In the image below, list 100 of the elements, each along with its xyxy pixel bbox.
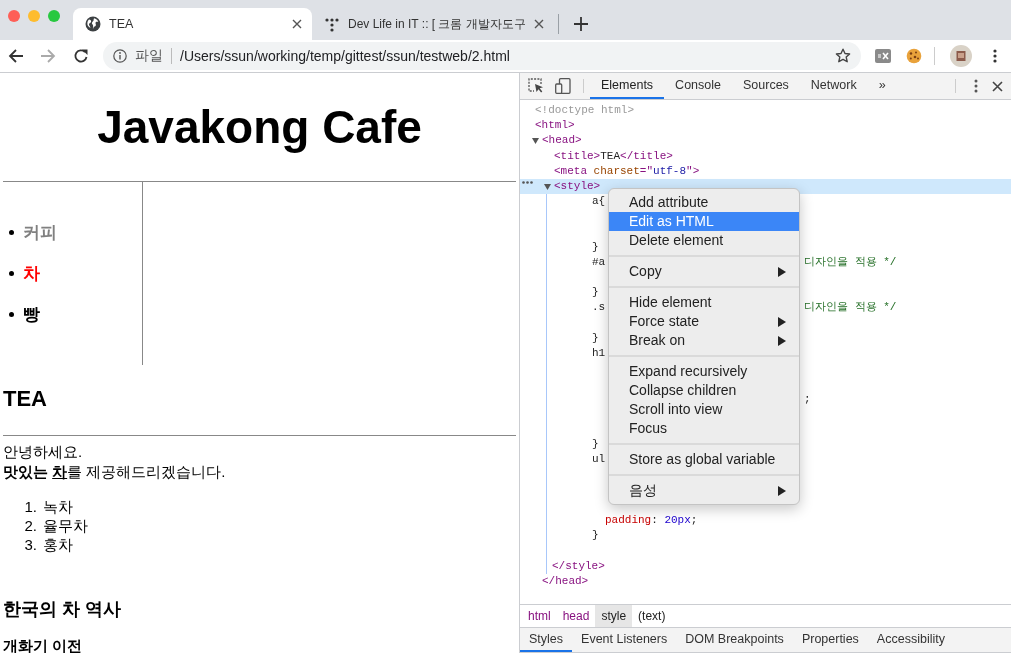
menu-item[interactable]: Hide element bbox=[609, 293, 799, 312]
submenu-arrow-icon[interactable] bbox=[778, 266, 786, 277]
code-line: padding: 20px; bbox=[605, 514, 698, 527]
code-line: ; bbox=[804, 391, 811, 407]
code-line: ul bbox=[592, 453, 606, 466]
menu-item[interactable]: Expand recursively bbox=[609, 362, 799, 381]
nav-link[interactable]: 차 bbox=[23, 260, 40, 287]
code-line: <html> bbox=[535, 118, 575, 134]
back-icon[interactable] bbox=[8, 48, 24, 64]
info-icon[interactable] bbox=[113, 49, 127, 63]
more-tabs-button[interactable]: » bbox=[867, 73, 897, 99]
menu-item[interactable]: Edit as HTML bbox=[609, 212, 799, 231]
submenu-arrow-icon[interactable] bbox=[778, 316, 786, 327]
panel-tab[interactable]: Properties bbox=[792, 628, 868, 652]
profile-avatar-icon[interactable] bbox=[950, 45, 972, 67]
address-bar[interactable]: 파일 /Users/ssun/working/temp/gittest/ssun/testweb/2.html bbox=[103, 42, 861, 70]
page-title: Javakong Cafe bbox=[96, 100, 423, 155]
menu-item[interactable]: Break on bbox=[609, 331, 799, 350]
dom-node-row[interactable]: <head> bbox=[532, 133, 1011, 149]
panel-tab[interactable]: Styles bbox=[520, 628, 573, 652]
reload-icon[interactable] bbox=[73, 48, 89, 64]
intro-paragraph: 맛있는 차를 제공해드리겠습니다. bbox=[3, 462, 227, 482]
bullet-icon bbox=[9, 312, 14, 317]
dom-node-row[interactable]: <meta charset="utf-8"> bbox=[544, 163, 1011, 179]
close-icon[interactable] bbox=[292, 19, 302, 29]
code-line: </head> bbox=[542, 573, 589, 589]
code-line: } bbox=[592, 286, 599, 299]
section-heading: TEA bbox=[3, 386, 48, 412]
submenu-arrow-icon[interactable] bbox=[778, 335, 786, 346]
menu-item[interactable]: Add attribute bbox=[609, 193, 799, 212]
globe-icon bbox=[85, 16, 101, 32]
menu-item[interactable]: Copy bbox=[609, 262, 799, 281]
browser-tab[interactable]: Dev Life in IT :: [ 크롬 개발자도구 bbox=[312, 8, 554, 40]
greeting-text: 안녕하세요. bbox=[3, 442, 84, 462]
code-line: 디자인을 적용 */ bbox=[804, 254, 897, 270]
devtools-tab[interactable]: Sources bbox=[732, 73, 800, 99]
list-item-text: 홍차 bbox=[43, 535, 73, 554]
new-tab-icon[interactable] bbox=[573, 17, 588, 31]
menu-item[interactable]: Collapse children bbox=[609, 381, 799, 400]
more-icon[interactable] bbox=[522, 180, 533, 184]
nav-link[interactable]: 커피 bbox=[23, 219, 57, 246]
devtools-tab[interactable]: Network bbox=[799, 73, 868, 99]
dom-node-row[interactable]: <title>TEA</title> bbox=[544, 148, 1011, 164]
devtools-tab[interactable]: Console bbox=[664, 73, 732, 99]
code-line: } bbox=[592, 331, 599, 344]
breadcrumb[interactable]: (text) bbox=[632, 605, 672, 627]
menu-item[interactable]: Focus bbox=[609, 419, 799, 438]
code-line: .s bbox=[592, 301, 606, 314]
menu-item[interactable]: 음성 bbox=[609, 481, 799, 500]
code-line: <meta charset="utf-8"> bbox=[554, 163, 700, 179]
panel-tab[interactable]: Accessibility bbox=[867, 628, 954, 652]
menu-item[interactable]: Delete element bbox=[609, 231, 799, 250]
menu-item[interactable]: Force state bbox=[609, 312, 799, 331]
code-line: 디자인을 적용 */ bbox=[804, 300, 897, 316]
subheading: 개화기 이전 bbox=[3, 636, 84, 653]
panel-tab[interactable]: DOM Breakpoints bbox=[676, 628, 793, 652]
bullet-icon bbox=[9, 230, 14, 235]
bullet-icon bbox=[9, 271, 14, 276]
close-icon[interactable] bbox=[992, 80, 1003, 92]
breadcrumb[interactable]: head bbox=[556, 605, 596, 627]
expanded-arrow-icon[interactable] bbox=[532, 137, 539, 144]
inspect-icon[interactable] bbox=[528, 78, 544, 94]
list-number: 3. bbox=[23, 535, 37, 554]
dots-icon bbox=[324, 16, 340, 32]
list-item-text: 녹차 bbox=[43, 497, 73, 516]
section-heading: 한국의 차 역사 bbox=[3, 598, 122, 620]
close-icon[interactable] bbox=[533, 19, 544, 29]
nav-link[interactable]: 빵 bbox=[23, 301, 40, 328]
devtools-tab[interactable]: Elements bbox=[590, 73, 665, 99]
bookmark-star-icon[interactable] bbox=[835, 48, 851, 64]
browser-tab[interactable]: TEA bbox=[73, 8, 312, 40]
code-line: } bbox=[592, 240, 599, 253]
code-line: } bbox=[592, 529, 599, 542]
code-line: a{ bbox=[592, 195, 606, 208]
list-number: 1. bbox=[23, 497, 37, 516]
menu-icon[interactable] bbox=[993, 49, 997, 63]
menu-item[interactable]: Scroll into view bbox=[609, 400, 799, 419]
code-line: #a bbox=[592, 255, 606, 268]
menu-item[interactable]: Store as global variable bbox=[609, 450, 799, 469]
tea-link[interactable]: 차 bbox=[52, 463, 68, 480]
dom-node-row[interactable]: <html> bbox=[520, 118, 1011, 134]
extension-icon[interactable] bbox=[875, 49, 891, 63]
cookie-icon[interactable] bbox=[906, 48, 922, 64]
expanded-arrow-icon[interactable] bbox=[544, 183, 551, 190]
panel-tab[interactable]: Event Listeners bbox=[572, 628, 677, 652]
code-line: <head> bbox=[542, 133, 582, 149]
breadcrumb[interactable]: style bbox=[595, 605, 633, 627]
code-line: <title>TEA</title> bbox=[554, 148, 673, 164]
code-line: h1 bbox=[592, 347, 606, 359]
url-text: /Users/ssun/working/temp/gittest/ssun/testweb/2.html bbox=[180, 46, 511, 66]
list-number: 2. bbox=[23, 516, 37, 535]
code-line: <style> bbox=[554, 178, 601, 194]
submenu-arrow-icon[interactable] bbox=[778, 485, 786, 496]
code-line: </style> bbox=[552, 558, 605, 574]
breadcrumb[interactable]: html bbox=[522, 605, 557, 627]
device-toolbar-icon[interactable] bbox=[555, 78, 571, 94]
scheme-label: 파일 bbox=[135, 46, 163, 65]
code-line: } bbox=[592, 438, 599, 451]
menu-icon[interactable] bbox=[974, 79, 978, 93]
code-line: <!doctype html> bbox=[535, 103, 635, 118]
